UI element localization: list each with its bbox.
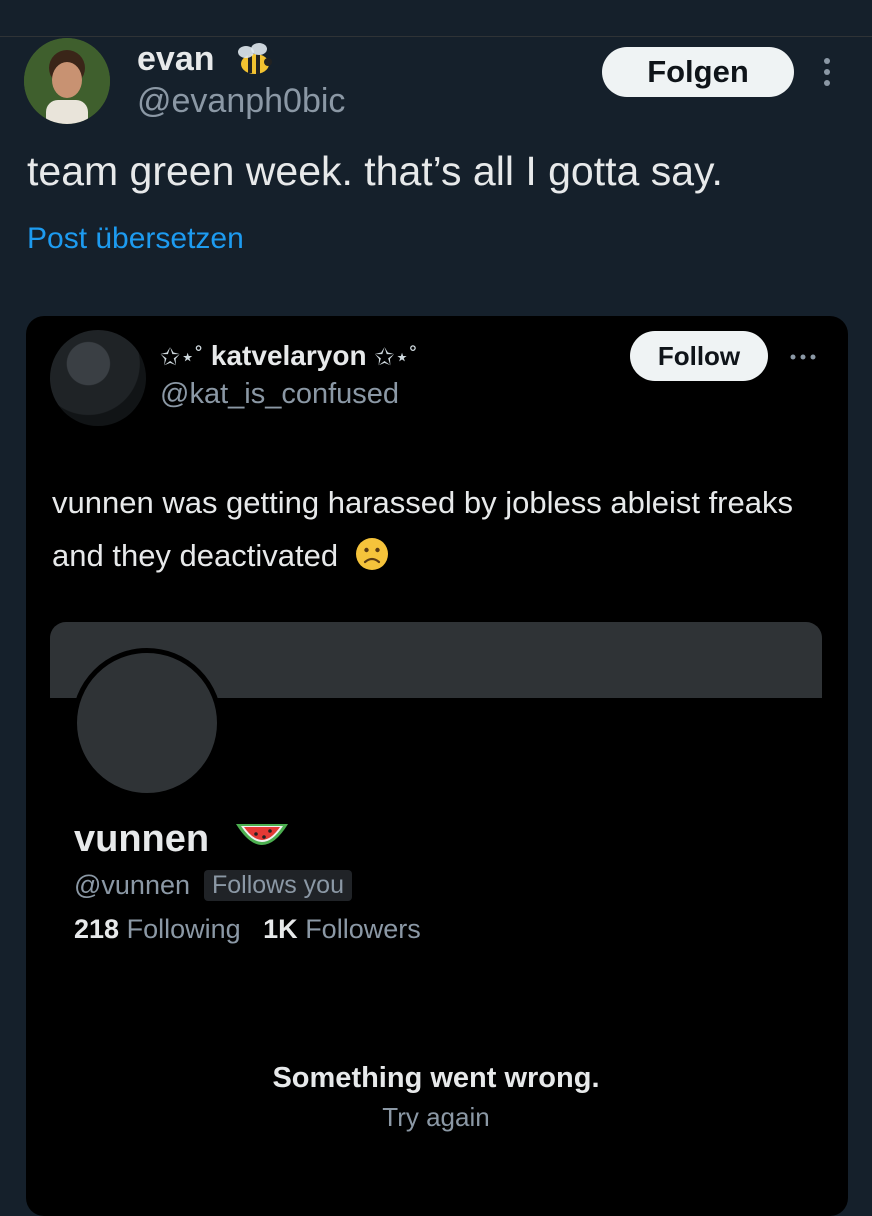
profile-name: vunnen [74,818,210,860]
quoted-author-name: katvelaryon [210,340,367,371]
translate-post-link[interactable]: Post übersetzen [27,222,244,256]
followers-count: 1K [263,914,298,944]
watermelon-icon [236,824,288,845]
profile-stats: 218 Following 1K Followers [74,914,421,945]
quoted-follow-button: Follow [630,331,768,381]
follows-you-badge: Follows you [204,870,352,901]
following-label: Following [126,914,241,944]
author-avatar[interactable] [24,38,110,124]
post-text: team green week. that’s all I gotta say. [27,148,723,194]
attached-screenshot[interactable]: ✩⋆˚ katvelaryon ✩⋆˚ @kat_is_confused Fol… [26,316,848,1216]
profile-handle-row: @vunnen Follows you [74,870,352,902]
quoted-post-text: vunnen was getting harassed by jobless a… [52,476,832,582]
profile-avatar [72,648,222,798]
star-decoration-icon: ✩⋆˚ [160,344,204,371]
error-message: Something went wrong. [272,1062,600,1094]
more-vertical-icon[interactable] [820,56,834,88]
followers-label: Followers [305,914,421,944]
following-count: 218 [74,914,120,944]
star-decoration-icon: ✩⋆˚ [374,344,418,371]
top-divider [0,36,872,37]
sad-face-icon [355,537,388,570]
author-name[interactable]: evan [137,40,215,79]
profile-handle: @vunnen [74,870,190,900]
author-handle[interactable]: @evanph0bic [137,82,345,121]
quoted-author-avatar [50,330,146,426]
bee-icon [238,43,272,74]
profile-card: vunnen @vunnen Follows you 218 Following … [50,622,822,1216]
quoted-author-name-row: ✩⋆˚ katvelaryon ✩⋆˚ [160,340,417,372]
follow-button[interactable]: Folgen [602,47,794,97]
quoted-post-text-body: vunnen was getting harassed by jobless a… [52,485,793,573]
quoted-author-handle: @kat_is_confused [160,378,400,410]
more-horizontal-icon [790,354,816,360]
try-again-button: Try again [382,1102,490,1132]
